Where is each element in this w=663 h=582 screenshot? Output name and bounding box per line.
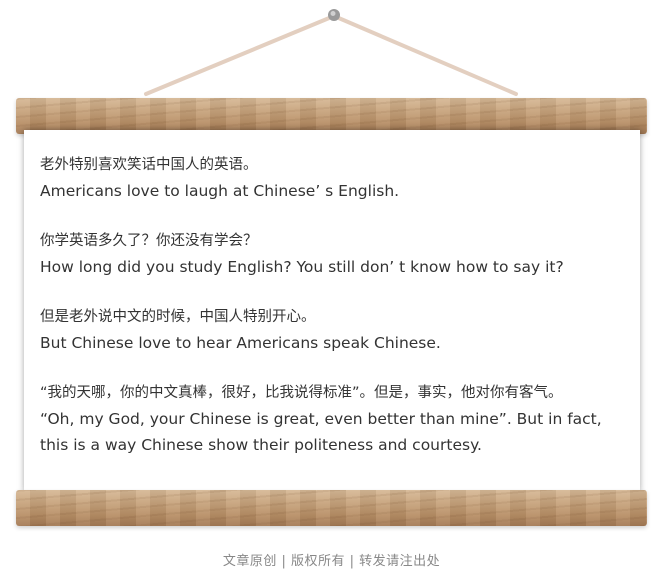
bottom-wooden-rod [16, 490, 647, 526]
paragraph-1-english: Americans love to laugh at Chinese’ s En… [40, 182, 400, 200]
paragraph-3-english: But Chinese love to hear Americans speak… [40, 334, 441, 352]
paragraph-4-english: “Oh, my God, your Chinese is great, even… [40, 410, 607, 454]
paragraph-2-english: How long did you study English? You stil… [40, 258, 564, 276]
scroll-content: 老外特别喜欢笑话中国人的英语。 Americans love to laugh … [40, 152, 620, 458]
hanging-string [144, 9, 518, 96]
paragraph-4-chinese: “我的天哪，你的中文真棒，很好，比我说得标准”。但是，事实，他对你有客气。 [40, 385, 563, 401]
nail-icon [328, 9, 340, 21]
copyright-footer: 文章原创 | 版权所有 | 转发请注出处 [222, 554, 441, 569]
paragraph-2-chinese: 你学英语多久了？你还没有学会？ [40, 233, 258, 249]
paragraph-1-chinese: 老外特别喜欢笑话中国人的英语。 [40, 157, 258, 173]
paragraph-3-chinese: 但是老外说中文的时候，中国人特别开心。 [40, 309, 316, 325]
top-wooden-rod [16, 98, 647, 134]
